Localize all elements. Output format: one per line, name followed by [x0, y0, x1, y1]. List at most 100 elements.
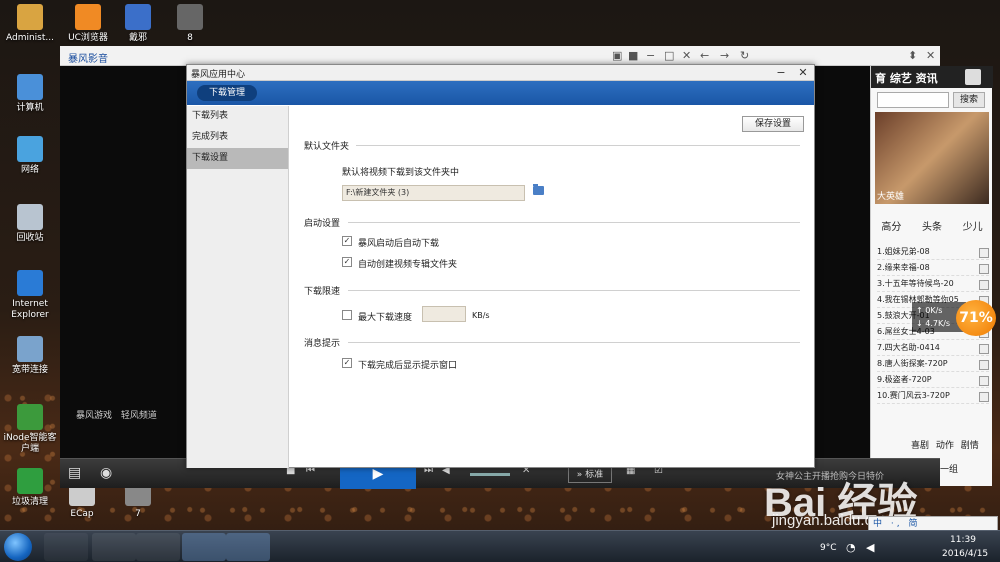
uc-browser-icon: [75, 4, 101, 30]
maximize-icon[interactable]: □: [664, 49, 674, 62]
cleanup-icon: [17, 468, 43, 494]
list-item[interactable]: 8.唐人街探案-720P: [877, 356, 989, 372]
list-item[interactable]: 7.四大名助-0414: [877, 340, 989, 356]
list-item[interactable]: 2.缘来幸福-08: [877, 260, 989, 276]
nav-download-list[interactable]: 下载列表: [187, 106, 288, 127]
desktop-icon-recycle-bin[interactable]: 回收站: [0, 204, 60, 244]
desktop-icon-document[interactable]: 戴邪: [108, 4, 168, 44]
list-item[interactable]: 1.姐妹兄弟-08: [877, 244, 989, 260]
desktop-icon-label: 宽带连接: [11, 365, 48, 375]
recycle-bin-icon: [17, 204, 43, 230]
network-icon: [17, 136, 43, 162]
clock-date[interactable]: 2016/4/15: [942, 549, 988, 559]
tab-headline[interactable]: 头条: [922, 218, 942, 236]
auto-create-folder-label[interactable]: 自动创建视频专辑文件夹: [358, 257, 457, 270]
max-speed-input[interactable]: [422, 306, 466, 322]
upload-speed: ↑ 0K/s: [916, 306, 943, 315]
tab-download-manager[interactable]: 下载管理: [197, 85, 258, 101]
desktop-icon-inode-client[interactable]: iNode智能客户端: [0, 404, 60, 455]
skin-icon[interactable]: ■: [628, 49, 638, 62]
clock-time[interactable]: 11:39: [950, 535, 976, 545]
back-icon[interactable]: ←: [700, 49, 709, 62]
desktop-icon-label: iNode智能客户端: [3, 433, 57, 454]
desktop-icon-network[interactable]: 网络: [0, 136, 60, 176]
sidebar-search-input[interactable]: [877, 92, 949, 108]
desktop-icon-broadband-connection[interactable]: 宽带连接: [0, 336, 60, 376]
desktop-icon-label: 戴邪: [128, 33, 147, 43]
nav-completed-list[interactable]: 完成列表: [187, 127, 288, 148]
sidebar-search-button[interactable]: 搜索: [953, 92, 985, 108]
weather-temperature[interactable]: 9°C: [820, 543, 837, 553]
tab-kids[interactable]: 少儿: [963, 218, 983, 236]
eye-icon[interactable]: ◉: [100, 465, 112, 481]
default-folder-desc: 默认将视频下载到该文件夹中: [342, 168, 460, 178]
auto-download-checkbox[interactable]: ✓: [342, 236, 352, 246]
start-button[interactable]: [4, 533, 32, 561]
sidebar-nav[interactable]: 育 综艺 资讯: [871, 66, 993, 88]
administrator-icon: [17, 4, 43, 30]
max-speed-label[interactable]: 最大下载速度: [358, 310, 412, 323]
sidebar-banner[interactable]: 大英雄: [875, 112, 989, 204]
list-item[interactable]: 10.赛门风云3-720P: [877, 388, 989, 404]
notify-complete-checkbox[interactable]: ✓: [342, 358, 352, 368]
desktop-icon-label: Administ...: [6, 33, 54, 43]
desktop-icon-cleanup[interactable]: 垃圾清理: [0, 468, 60, 508]
notify-complete-label[interactable]: 下载完成后显示提示窗口: [358, 358, 457, 371]
dialog-title: 暴风应用中心: [191, 70, 246, 80]
desktop-icon-label: ECap: [70, 509, 94, 519]
desktop-icon-label: 7: [135, 509, 141, 519]
desktop-icon-shortcut-8[interactable]: 8: [160, 4, 220, 44]
sidebar-nav-label[interactable]: 育 综艺 资讯: [875, 70, 938, 86]
close-icon[interactable]: ✕: [682, 49, 691, 62]
inode-client-icon: [17, 404, 43, 430]
minimize-icon[interactable]: −: [646, 49, 655, 62]
nav-download-settings[interactable]: 下载设置: [187, 148, 288, 169]
accelerator-ball[interactable]: 71%: [956, 300, 996, 336]
app-center-dialog: 暴风应用中心 − ✕ 下载管理 下载列表 完成列表 下载设置 保存设置 默认文件…: [186, 64, 815, 468]
auto-create-folder-checkbox[interactable]: ✓: [342, 257, 352, 267]
shortcut-8-icon: [177, 4, 203, 30]
dialog-header: 下载管理: [187, 81, 814, 105]
auto-download-label[interactable]: 暴风启动后自动下载: [358, 236, 439, 249]
wifi-icon[interactable]: ◔: [846, 541, 856, 554]
player-game-links[interactable]: 暴风游戏 轻风频道: [76, 408, 157, 421]
list-item[interactable]: 3.十五年等待候鸟-20: [877, 276, 989, 292]
chat-icon[interactable]: ▣: [612, 49, 622, 62]
download-taskbar-icon[interactable]: [226, 533, 270, 561]
toolbox-icon[interactable]: ▤: [68, 465, 81, 481]
paint-taskbar-icon[interactable]: [136, 533, 180, 561]
divider: [348, 290, 800, 291]
desktop-icon-internet-explorer[interactable]: Internet Explorer: [0, 270, 60, 321]
divider: [356, 145, 800, 146]
folder-browse-icon[interactable]: [533, 184, 544, 195]
quality-button[interactable]: » 标准: [568, 467, 612, 483]
storm-player-taskbar-icon[interactable]: [182, 533, 226, 561]
refresh-icon[interactable]: ↻: [740, 49, 749, 62]
qq-taskbar-icon[interactable]: [44, 533, 88, 561]
desktop-icon-computer[interactable]: 计算机: [0, 74, 60, 114]
player-logo[interactable]: 暴风影音: [68, 50, 108, 65]
max-speed-checkbox[interactable]: [342, 310, 352, 320]
computer-icon: [17, 74, 43, 100]
uc-browser-taskbar-icon[interactable]: [92, 533, 136, 561]
desktop-icon-label: 垃圾清理: [11, 497, 48, 507]
sidebar-tabs: 高分 头条 少儿: [871, 218, 993, 236]
dialog-minimize-button[interactable]: −: [773, 65, 789, 81]
download-settings-panel: 保存设置 默认文件夹 默认将视频下载到该文件夹中 F:\新建文件夹 (3) 启动…: [290, 106, 814, 468]
tab-high-score[interactable]: 高分: [881, 218, 901, 236]
sidebar-genre-tags[interactable]: 喜剧 动作 剧情: [911, 438, 979, 451]
player-titlebar: 暴风影音 ▣ ■ − □ ✕ ← → ↻ ⬍ ✕: [60, 46, 940, 66]
sidebar-close-icon[interactable]: ✕: [926, 49, 935, 62]
user-icon[interactable]: [965, 69, 981, 85]
desktop-icon-administrator[interactable]: Administ...: [0, 4, 60, 44]
quality-label: 标准: [585, 470, 604, 480]
list-item[interactable]: 9.极盗者-720P: [877, 372, 989, 388]
save-settings-button[interactable]: 保存设置: [742, 116, 804, 132]
dialog-titlebar[interactable]: 暴风应用中心 − ✕: [187, 65, 814, 81]
volume-slider[interactable]: [470, 473, 510, 476]
volume-icon[interactable]: ◀: [866, 541, 874, 554]
download-path-field[interactable]: F:\新建文件夹 (3): [342, 185, 525, 201]
sort-icon[interactable]: ⬍: [908, 49, 917, 62]
forward-icon[interactable]: →: [720, 49, 729, 62]
dialog-close-button[interactable]: ✕: [795, 65, 811, 81]
